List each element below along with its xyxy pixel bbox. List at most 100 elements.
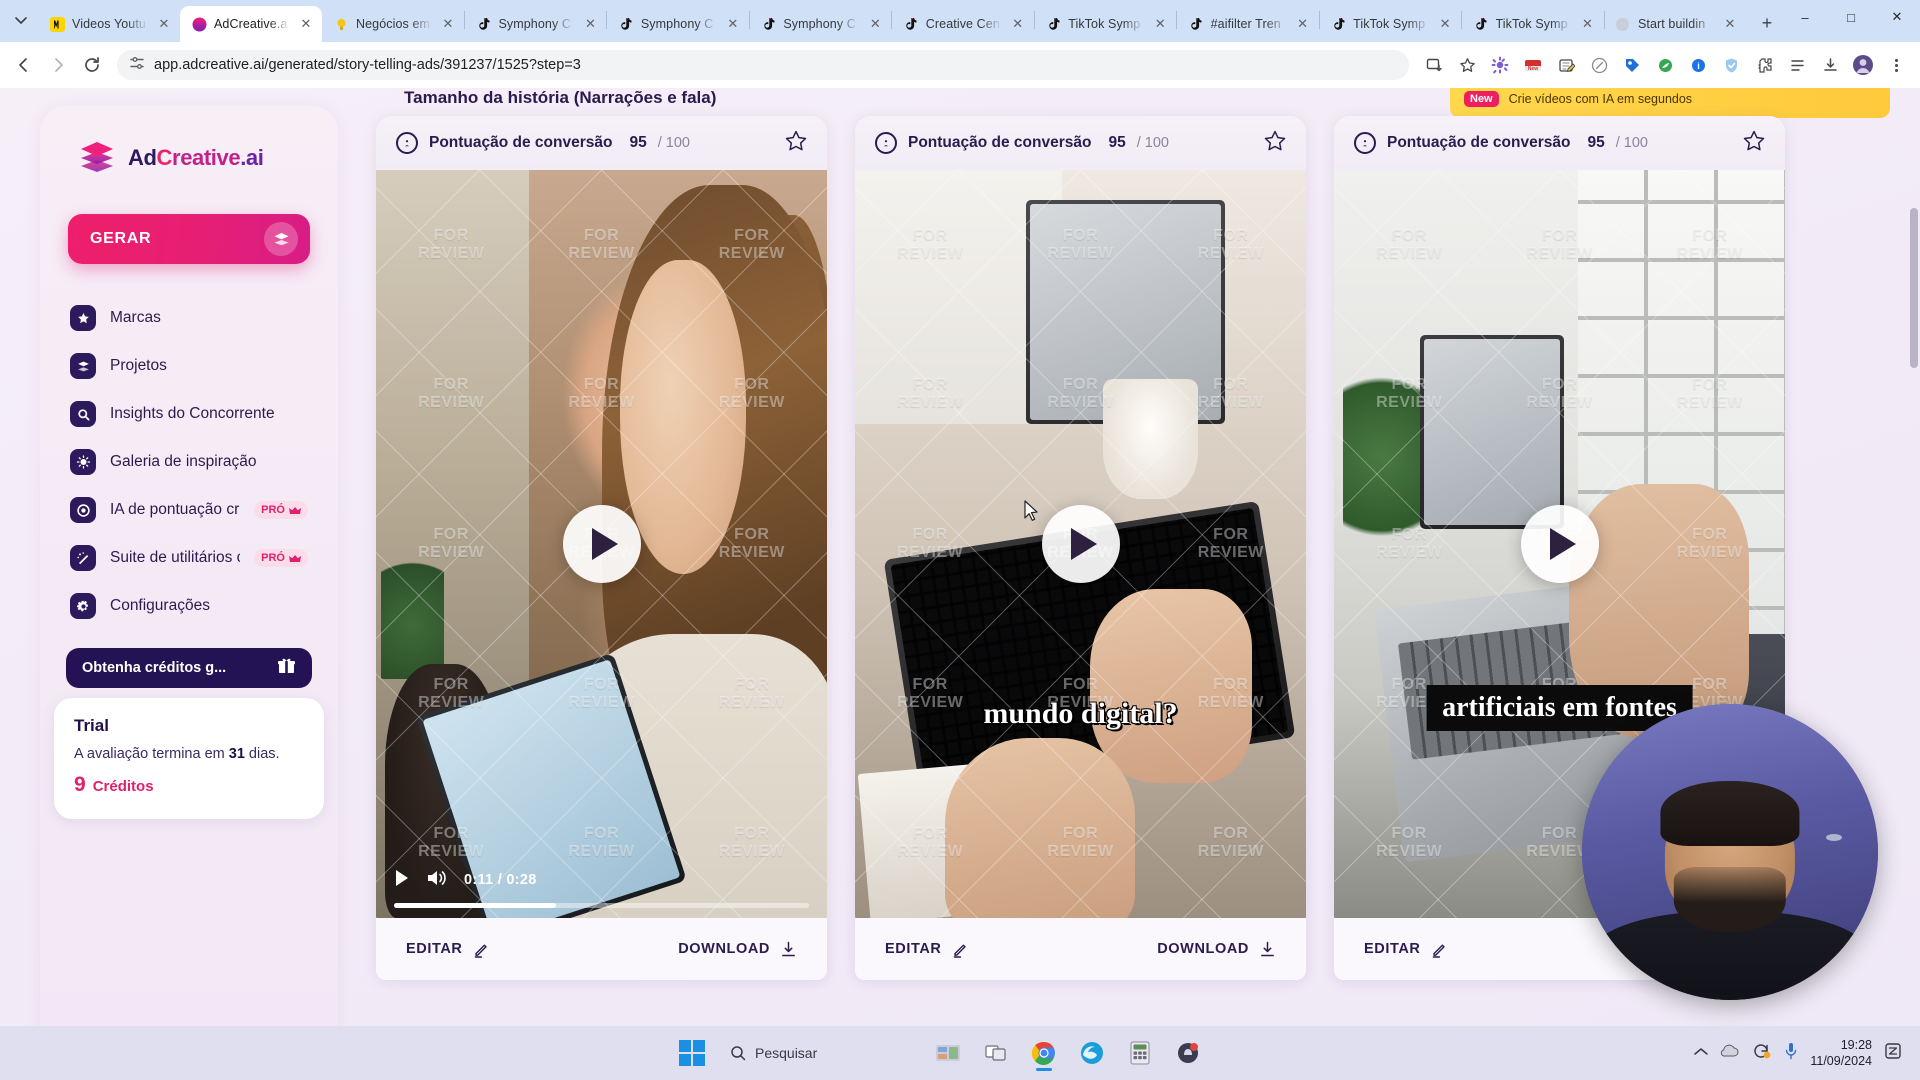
minimize-button[interactable]: – [1782, 0, 1828, 34]
tab-close-icon[interactable]: ✕ [724, 15, 742, 33]
chrome-menu-icon[interactable] [1880, 49, 1912, 81]
browser-tab[interactable]: #aifilter Tren ✕ [1177, 6, 1319, 42]
tab-close-icon[interactable]: ✕ [1294, 15, 1312, 33]
profile-avatar[interactable] [1847, 49, 1879, 81]
bookmark-star-icon[interactable] [1451, 49, 1483, 81]
puzzle-extensions-icon[interactable] [1748, 49, 1780, 81]
globe-blue-icon[interactable]: i [1682, 49, 1714, 81]
extension-colorful-icon[interactable] [1484, 49, 1516, 81]
notes-icon[interactable] [1550, 49, 1582, 81]
card-media[interactable]: FOR REVIEW FOR REVIEW FOR REVIEW FOR REVIEW FOR R… [855, 170, 1306, 918]
leaf-green-icon[interactable] [1649, 49, 1681, 81]
play-button[interactable] [562, 505, 641, 583]
browser-tab[interactable]: TikTok Symp ✕ [1462, 6, 1604, 42]
edit-button[interactable]: EDITAR [1364, 941, 1448, 958]
tab-close-icon[interactable]: ✕ [1579, 15, 1597, 33]
sidebar-item-2[interactable]: Insights do Concorrente [62, 390, 316, 438]
back-icon[interactable] [8, 49, 40, 81]
browser-tab[interactable]: Symphony C ✕ [607, 6, 749, 42]
watermark-text: FORREVIEW [1676, 226, 1743, 262]
volume-icon[interactable] [426, 869, 448, 892]
reading-list-icon[interactable] [1781, 49, 1813, 81]
taskbar-app-edge[interactable] [1072, 1033, 1112, 1073]
tab-close-icon[interactable]: ✕ [1436, 15, 1454, 33]
browser-tab[interactable]: Videos Youtu ✕ [38, 6, 180, 42]
play-icon[interactable] [394, 869, 410, 892]
new-tab-button[interactable]: + [1752, 8, 1782, 38]
taskbar-app-taskview[interactable] [976, 1033, 1016, 1073]
watermark-text: FORREVIEW [897, 376, 964, 412]
site-settings-icon[interactable] [129, 55, 145, 76]
sidebar-item-3[interactable]: Galeria de inspiração [62, 438, 316, 486]
watermark-text: FORREVIEW [1376, 825, 1443, 861]
browser-tab[interactable]: Symphony C ✕ [464, 6, 606, 42]
favorite-star-icon[interactable] [785, 130, 807, 156]
reload-icon[interactable] [76, 49, 108, 81]
sidebar-item-label: Galeria de inspiração [110, 453, 257, 470]
app-logo[interactable]: AdCreative.ai [62, 128, 316, 178]
tab-title: TikTok Symp [1068, 17, 1141, 31]
tray-expand-icon[interactable] [1694, 1044, 1709, 1062]
generate-button[interactable]: GERAR [68, 214, 310, 264]
edit-button[interactable]: EDITAR [406, 941, 490, 958]
play-button[interactable] [1041, 505, 1120, 583]
start-button[interactable] [672, 1033, 712, 1073]
sidebar-item-0[interactable]: Marcas [62, 294, 316, 342]
taskbar-app-notification[interactable] [1168, 1033, 1208, 1073]
onedrive-sync-icon[interactable] [1752, 1042, 1772, 1065]
tab-close-icon[interactable]: ✕ [1721, 15, 1739, 33]
taskbar-app-widgets[interactable] [928, 1033, 968, 1073]
taskbar-app-chrome[interactable] [1024, 1033, 1064, 1073]
sidebar-item-1[interactable]: Projetos [62, 342, 316, 390]
favorite-star-icon[interactable] [1264, 130, 1286, 156]
card-media[interactable]: FOR REVIEW FOR REVIEW FOR REVIEW FOR REVIEW FOR R… [376, 170, 827, 918]
watermark-text: FORREVIEW [1376, 526, 1443, 561]
tab-close-icon[interactable]: ✕ [866, 15, 884, 33]
new-feature-icon[interactable]: New [1517, 49, 1549, 81]
weather-cloud-icon[interactable] [1720, 1044, 1740, 1063]
sidebar-item-6[interactable]: Configurações [62, 582, 316, 630]
browser-tab[interactable]: Creative Cen ✕ [892, 6, 1034, 42]
browser-tab[interactable]: TikTok Symp ✕ [1319, 6, 1461, 42]
sidebar-item-4[interactable]: IA de pontuação cri... PRÓ [62, 486, 316, 534]
tab-close-icon[interactable]: ✕ [1009, 15, 1027, 33]
forward-icon[interactable] [42, 49, 74, 81]
notification-bell-icon[interactable] [1884, 1042, 1902, 1065]
address-bar[interactable]: app.adcreative.ai/generated/story-tellin… [117, 50, 1409, 80]
promo-banner[interactable]: New Crie vídeos com IA em segundos [1450, 88, 1890, 118]
tab-close-icon[interactable]: ✕ [155, 15, 173, 33]
sidebar-item-5[interactable]: Suite de utilitários c... PRÓ [62, 534, 316, 582]
shield-icon[interactable] [1715, 49, 1747, 81]
browser-tab[interactable]: Symphony C ✕ [749, 6, 891, 42]
browser-tab[interactable]: Start buildin ✕ [1604, 6, 1746, 42]
tag-blue-icon[interactable] [1616, 49, 1648, 81]
play-button[interactable] [1520, 505, 1599, 583]
watermark-text: FORREVIEW [1376, 376, 1443, 412]
edit-button[interactable]: EDITAR [885, 941, 969, 958]
browser-tab-active[interactable]: AdCreative.a ✕ [180, 6, 322, 42]
tab-search-icon[interactable] [4, 4, 38, 38]
download-icon[interactable] [1814, 49, 1846, 81]
video-progress-bar[interactable] [394, 903, 809, 908]
install-app-icon[interactable] [1418, 49, 1450, 81]
edit-circle-icon[interactable] [1583, 49, 1615, 81]
tab-close-icon[interactable]: ✕ [439, 15, 457, 33]
tab-close-icon[interactable]: ✕ [1151, 15, 1169, 33]
taskbar-search[interactable]: Pesquisar [720, 1037, 920, 1069]
download-button[interactable]: DOWNLOAD [678, 941, 797, 958]
maximize-button[interactable]: □ [1828, 0, 1874, 34]
favorite-star-icon[interactable] [1743, 130, 1765, 156]
page-scrollbar[interactable] [1910, 208, 1918, 368]
get-credits-button[interactable]: Obtenha créditos g... [66, 648, 312, 688]
microphone-icon[interactable] [1784, 1042, 1798, 1065]
taskbar-clock[interactable]: 19:28 11/09/2024 [1810, 1037, 1872, 1070]
tab-close-icon[interactable]: ✕ [297, 15, 315, 33]
watermark-text: FORREVIEW [897, 526, 964, 561]
tab-close-icon[interactable]: ✕ [581, 15, 599, 33]
browser-tab[interactable]: Negócios em ✕ [322, 6, 464, 42]
taskbar-app-calculator[interactable] [1120, 1033, 1160, 1073]
download-button[interactable]: DOWNLOAD [1157, 941, 1276, 958]
browser-tab[interactable]: TikTok Symp ✕ [1034, 6, 1176, 42]
score-label: Pontuação de conversão [908, 134, 1092, 151]
close-window-button[interactable]: ✕ [1874, 0, 1920, 34]
